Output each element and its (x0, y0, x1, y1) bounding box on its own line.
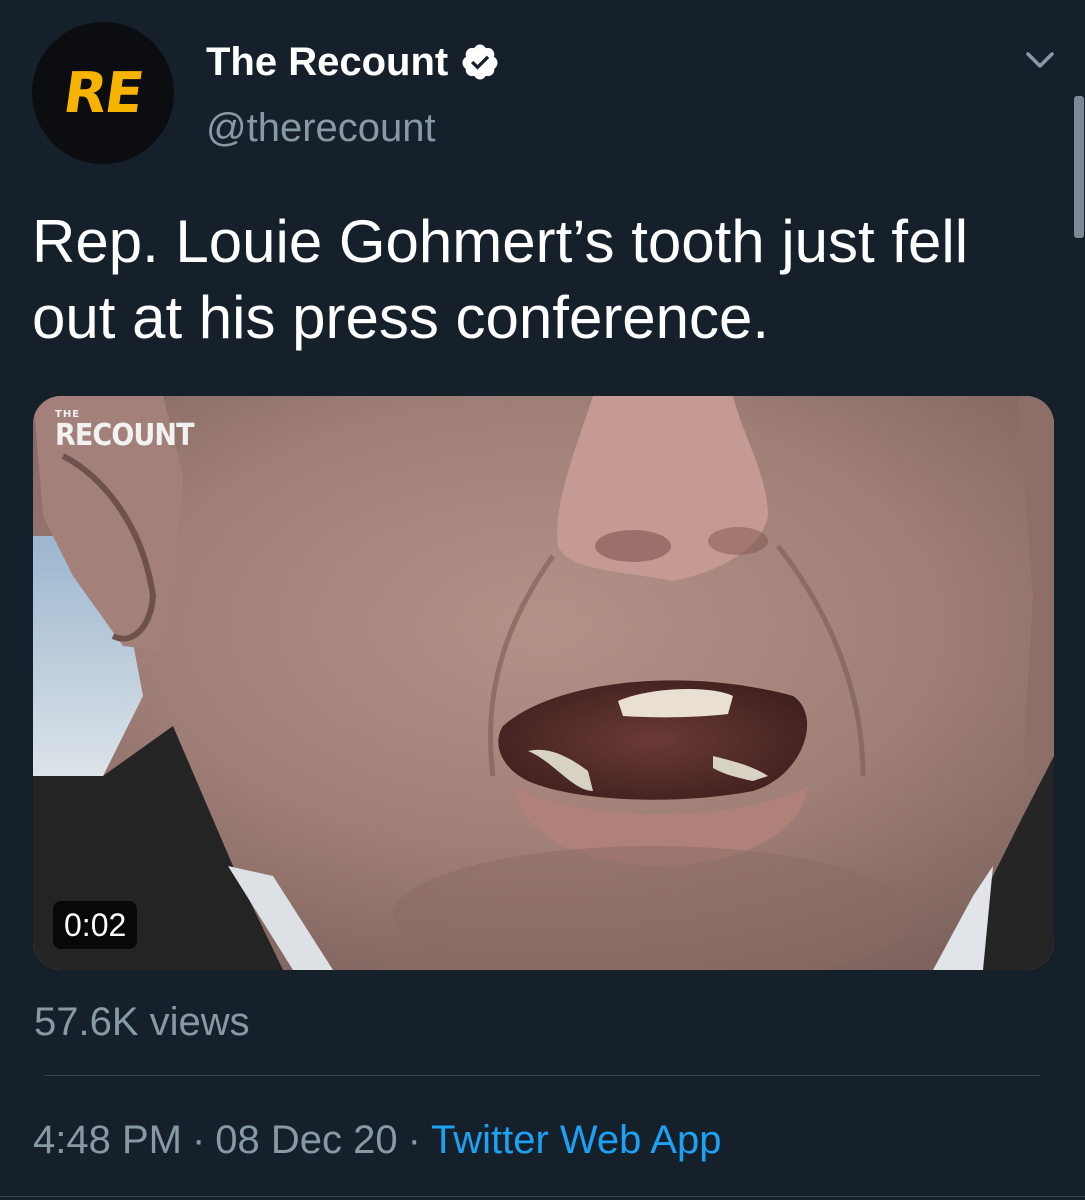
recount-watermark: THE RECOUNT (55, 410, 209, 452)
watermark-large-text: RECOUNT (55, 418, 195, 453)
display-name-row[interactable]: The Recount (206, 38, 500, 86)
scrollbar[interactable] (1074, 96, 1084, 238)
tweet-date[interactable]: 08 Dec 20 (215, 1118, 397, 1162)
bottom-divider (0, 1196, 1085, 1197)
handle[interactable]: @therecount (206, 104, 436, 152)
chevron-down-icon[interactable] (1020, 44, 1060, 76)
avatar-logo: RE (59, 60, 147, 126)
tweet-metadata: 4:48 PM · 08 Dec 20 · Twitter Web App (33, 1116, 721, 1164)
tweet-detail: RE The Recount @therecount Rep. Louie Go… (0, 0, 1085, 1200)
avatar[interactable]: RE (32, 22, 174, 164)
video-frame (33, 396, 1054, 970)
display-name[interactable]: The Recount (206, 38, 448, 86)
video-player[interactable]: THE RECOUNT 0:02 (33, 396, 1054, 970)
tweet-text: Rep. Louie Gohmert’s tooth just fell out… (32, 208, 969, 351)
separator: · (191, 1118, 206, 1162)
tweet-source-link[interactable]: Twitter Web App (431, 1118, 722, 1162)
view-count: 57.6K views (34, 1000, 250, 1044)
video-duration-badge: 0:02 (53, 901, 138, 949)
tweet-time[interactable]: 4:48 PM (33, 1118, 182, 1162)
separator: · (407, 1118, 421, 1162)
divider (44, 1075, 1040, 1076)
verified-badge-icon (462, 44, 498, 80)
